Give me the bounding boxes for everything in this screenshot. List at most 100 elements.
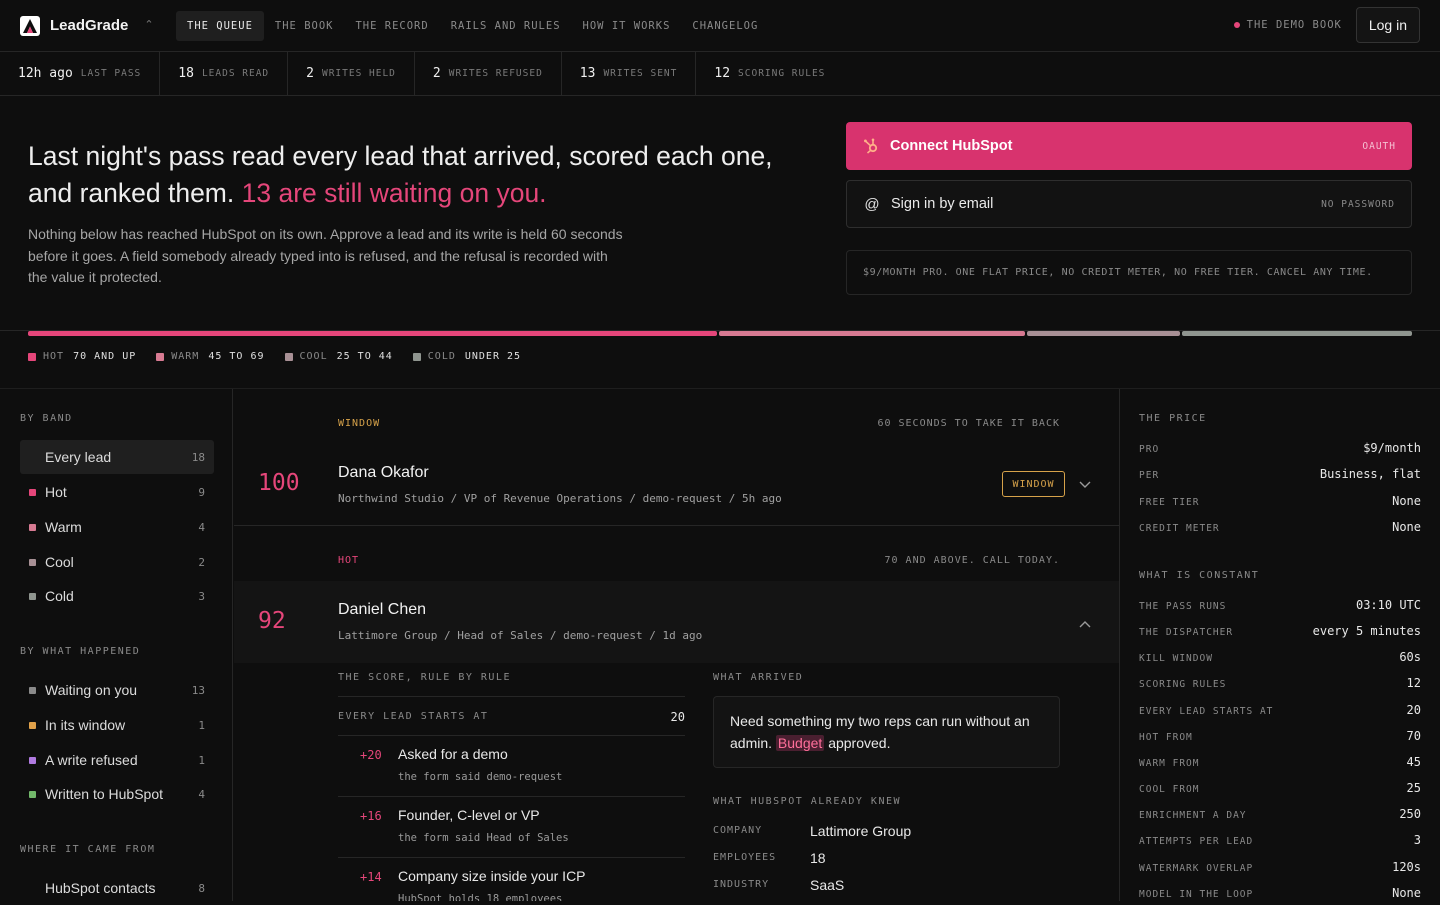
filter-every-lead[interactable]: Every lead 18 [20,440,214,474]
cold-swatch-icon [29,592,36,600]
at-sign-icon: @ [864,195,880,213]
by-band-title: BY BAND [20,413,73,424]
filter-count: 8 [198,881,205,895]
stat-value: 12 [714,66,731,81]
row-key: CREDIT METER [1139,523,1220,534]
rule-sub: the form said Head of Sales [398,832,569,844]
chevron-up-icon[interactable] [1079,617,1091,631]
filter-label: Cool [45,554,74,570]
score-breakdown-title: THE SCORE, RULE BY RULE [338,672,511,683]
constant-row: ENRICHMENT A DAY 250 [1139,807,1421,821]
filter-cool[interactable]: Cool 2 [20,545,214,579]
hot-group-header: HOT 70 AND ABOVE. CALL TODAY. [338,555,1060,566]
filter-in-window[interactable]: In its window 1 [20,708,214,742]
filter-label: Warm [45,519,82,535]
row-key: PER [1139,470,1160,481]
band-bar-cool [1026,331,1180,336]
lead-meta: Northwind Studio / VP of Revenue Operati… [338,492,782,505]
filter-label: Hot [45,484,67,500]
lead-row-daniel-chen[interactable]: 92 Daniel Chen Lattimore Group / Head of… [234,581,1119,663]
lead-name: Daniel Chen [338,601,427,618]
price-row: PER Business, flat [1139,467,1421,481]
row-value: 3 [1413,833,1421,847]
cool-swatch-icon [284,352,293,361]
constant-row: WATERMARK OVERLAP 120s [1139,860,1421,874]
filter-label: In its window [45,717,126,733]
arrived-highlight: Budget [775,735,825,751]
sign-in-email-button[interactable]: @ Sign in by email NO PASSWORD [846,180,1412,228]
row-value: 120s [1392,860,1421,874]
legend-range: 45 TO 69 [208,351,265,362]
filter-count: 2 [198,555,205,569]
hero-section: Last night's pass read every lead that a… [0,96,1440,331]
field-key: COMPANY [713,825,763,836]
nav-link-the-record[interactable]: THE RECORD [344,11,439,41]
constant-row: WARM FROM 45 [1139,755,1421,769]
nav-link-rails-and-rules[interactable]: RAILS AND RULES [440,11,572,41]
rule-delta: +20 [360,748,382,762]
stat-label: SCORING RULES [738,68,826,79]
constant-row: KILL WINDOW 60s [1139,650,1421,664]
brand-switcher[interactable]: LeadGrade ⌃ [20,15,176,36]
filter-refused[interactable]: A write refused 1 [20,743,214,777]
cold-swatch-icon [412,352,421,361]
group-note: 60 SECONDS TO TAKE IT BACK [877,418,1060,429]
field-value: SaaS [810,877,845,893]
rule-title: Company size inside your ICP [398,868,586,884]
connect-hubspot-button[interactable]: Connect HubSpot OAUTH [846,122,1412,170]
row-value: None [1392,520,1421,534]
row-value: 12 [1406,676,1421,690]
row-value: None [1392,886,1421,900]
field-key: INDUSTRY [713,879,770,890]
filter-cold[interactable]: Cold 3 [20,579,214,613]
row-key: WATERMARK OVERLAP [1139,863,1254,874]
base-score-value: 20 [670,709,685,724]
chevron-down-icon[interactable] [1079,478,1091,492]
row-value: None [1392,494,1421,508]
hero-headline-highlight: 13 are still waiting on you. [241,178,547,208]
group-note: 70 AND ABOVE. CALL TODAY. [884,555,1060,566]
nav-link-how-it-works[interactable]: HOW IT WORKS [572,11,682,41]
legend-range: 25 TO 44 [336,351,393,362]
nav-link-the-queue[interactable]: THE QUEUE [176,10,264,41]
row-key: THE PASS RUNS [1139,601,1227,612]
row-key: ENRICHMENT A DAY [1139,810,1247,821]
filter-hot[interactable]: Hot 9 [20,475,214,509]
nav-links: THE QUEUE THE BOOK THE RECORD RAILS AND … [176,10,769,41]
group-label: HOT [338,555,360,566]
field-value: Lattimore Group [810,823,912,839]
stat-writes-sent: 13 WRITES SENT [562,52,697,95]
rule-delta: +14 [360,870,382,884]
rule-delta: +16 [360,809,382,823]
leadgrade-logo-icon [20,15,40,36]
lead-row-dana-okafor[interactable]: 100 Dana Okafor Northwind Studio / VP of… [234,444,1119,526]
filter-label: Every lead [45,449,112,465]
lead-name: Dana Okafor [338,464,429,481]
row-value: Business, flat [1319,467,1421,481]
warm-swatch-icon [29,523,36,531]
band-bar-cold [1181,331,1412,336]
rule-row: +14 Company size inside your ICP HubSpot… [338,857,685,901]
rule-row: +20 Asked for a demo the form said demo-… [338,735,685,796]
row-key: FREE TIER [1139,497,1200,508]
top-nav: LeadGrade ⌃ THE QUEUE THE BOOK THE RECOR… [0,0,1440,52]
window-badge: WINDOW [1002,471,1065,497]
price-title: THE PRICE [1139,413,1207,424]
login-button[interactable]: Log in [1355,7,1420,43]
nav-link-changelog[interactable]: CHANGELOG [681,11,769,41]
nav-link-the-book[interactable]: THE BOOK [264,11,345,41]
filter-warm[interactable]: Warm 4 [20,510,214,544]
sign-in-email-label: Sign in by email [891,196,994,212]
filter-waiting[interactable]: Waiting on you 13 [20,673,214,707]
chevron-up-down-icon: ⌃ [144,19,154,31]
stat-label: WRITES REFUSED [448,68,543,79]
stat-value: 18 [178,66,194,81]
demo-book-link[interactable]: THE DEMO BOOK [1233,19,1342,31]
band-distribution-bar [28,331,1412,337]
row-value: 250 [1399,807,1421,821]
legend-range: UNDER 25 [464,351,522,362]
cool-swatch-icon [29,558,36,566]
lead-score: 92 [258,608,286,634]
row-key: PRO [1139,444,1160,455]
filter-written[interactable]: Written to HubSpot 4 [20,777,214,811]
